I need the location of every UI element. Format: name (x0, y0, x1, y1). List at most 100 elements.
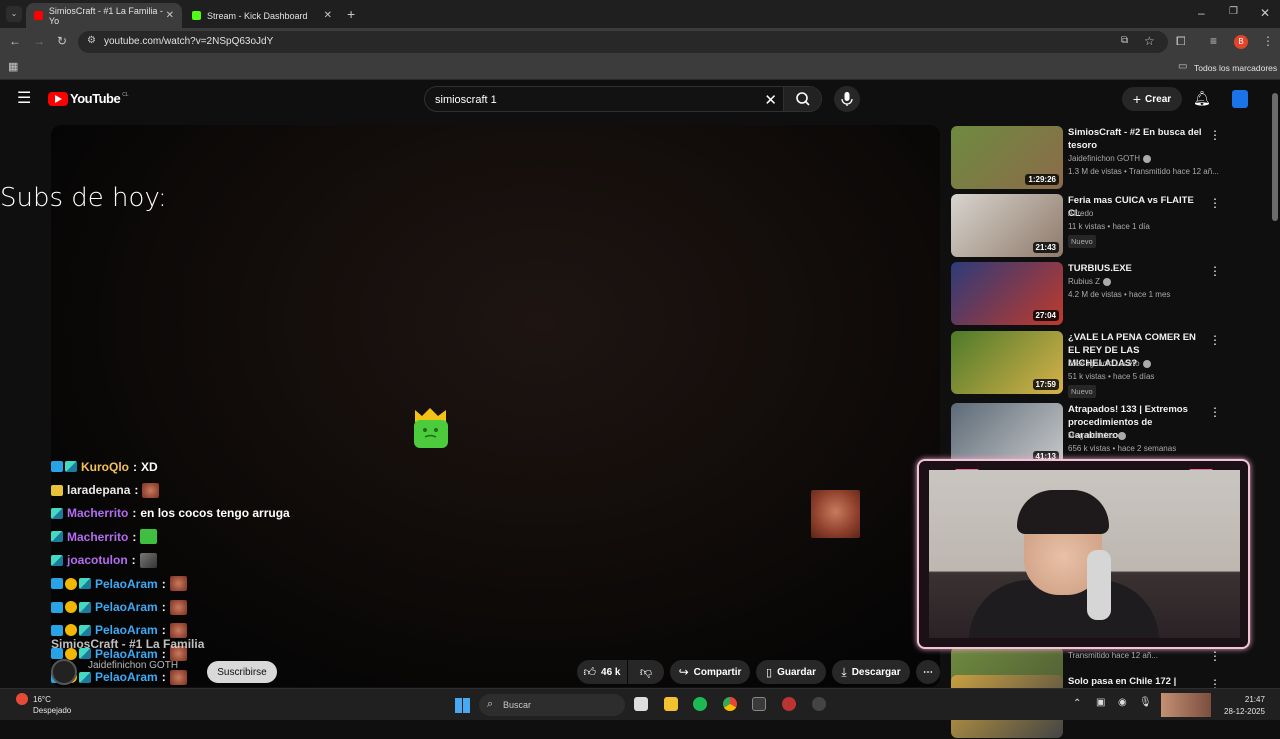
search-input[interactable]: simioscraft 1 ✕ (424, 86, 822, 112)
forward-icon[interactable]: → (33, 35, 45, 47)
weather-widget[interactable]: 16°C Despejado (33, 694, 71, 716)
more-options-icon[interactable]: ⋮ (1209, 196, 1221, 210)
teal-badge-icon (65, 461, 77, 473)
download-label: Descargar (851, 666, 901, 678)
face-emote (169, 669, 187, 685)
back-icon[interactable]: ← (9, 35, 21, 47)
more-options-icon[interactable]: ⋮ (1209, 405, 1221, 419)
video-title[interactable]: Solo pasa en Chile 172 | (1068, 675, 1208, 688)
download-button[interactable]: ⤓ Descargar (832, 660, 910, 684)
recommended-video[interactable]: 1:29:26 SimiosCraft - #2 En busca del tes… (951, 126, 1271, 190)
address-bar[interactable]: ⚙ youtube.com/watch?v=2NSpQ63oJdY ⧉ ☆ (78, 31, 1168, 53)
reload-icon[interactable]: ↻ (57, 35, 67, 47)
profile-avatar[interactable]: B (1234, 35, 1248, 49)
chat-username: Macherrito (67, 506, 129, 521)
video-thumbnail[interactable]: 27:04 (951, 262, 1063, 325)
restore-icon[interactable]: ❐ (1229, 7, 1238, 17)
minimize-icon[interactable]: – (1198, 7, 1205, 19)
video-duration: 21:43 (1032, 242, 1059, 253)
share-label: Compartir (693, 666, 742, 678)
dislike-button[interactable]: 👎︎ (628, 660, 664, 684)
sidebar-scrollbar[interactable] (1272, 93, 1278, 221)
search-button[interactable] (783, 87, 821, 111)
more-options-icon[interactable]: ⋮ (1209, 649, 1221, 663)
close-window-icon[interactable]: ✕ (1260, 7, 1270, 19)
bookmark-star-icon[interactable]: ☆ (1144, 35, 1155, 47)
chat-username: KuroQlo (81, 459, 129, 474)
close-tab-icon[interactable]: ✕ (324, 10, 332, 21)
tray-mic-icon[interactable]: 🎙︎ (1139, 698, 1152, 708)
thumbs-down-icon: 👎︎ (639, 664, 653, 679)
channel-name[interactable]: Alfredo (1068, 209, 1093, 218)
chat-message: PelaoAram: (51, 595, 351, 618)
channel-name[interactable]: Rubius Z (1068, 277, 1112, 286)
create-button[interactable]: + Crear (1122, 87, 1182, 111)
recommended-video[interactable]: 17:59 ¿VALE LA PENA COMER EN EL REY DE LA… (951, 331, 1271, 398)
tray-app-icon[interactable]: ◉ (1118, 698, 1127, 708)
video-meta: Transmitido hace 12 añ... (1068, 651, 1158, 660)
teal-badge-icon (51, 554, 63, 566)
subscribe-button[interactable]: Suscribirse (207, 661, 277, 683)
windows-start-icon[interactable] (455, 698, 470, 713)
tab-youtube[interactable]: SimiosCraft - #1 La Familia - Yo ✕ (26, 3, 182, 28)
tab-search-chevron-icon[interactable]: ⌄ (6, 6, 22, 22)
app-icon[interactable] (782, 697, 796, 711)
search-query[interactable]: simioscraft 1 (435, 94, 497, 106)
task-view-icon[interactable] (634, 697, 648, 711)
more-options-icon[interactable]: ⋮ (1209, 333, 1221, 347)
channel-avatar[interactable] (51, 659, 77, 685)
video-thumbnail[interactable]: 1:29:26 (951, 126, 1063, 189)
extensions-icon[interactable]: ⧠ (1176, 35, 1186, 47)
app-icon[interactable] (812, 697, 826, 711)
site-info-icon[interactable]: ⚙ (87, 36, 96, 46)
recommended-video[interactable]: 41:13 Atrapados! 133 | Extremos procedimi… (951, 403, 1271, 467)
file-explorer-icon[interactable] (664, 697, 678, 711)
voice-search-button[interactable] (834, 86, 860, 112)
install-app-icon[interactable]: ⧉ (1121, 36, 1128, 46)
channel-name[interactable]: Jaidefinichon GOTH (88, 660, 178, 671)
video-thumbnail[interactable]: 41:13 (951, 403, 1063, 466)
video-thumbnail[interactable]: 21:43 (951, 194, 1063, 257)
recommended-video[interactable]: 21:43 Feria mas CUICA vs FLAITE CL Alfredo… (951, 194, 1271, 258)
tray-app-icon[interactable]: ▣ (1096, 698, 1105, 708)
chat-separator: : (133, 459, 137, 474)
system-clock[interactable]: 21:47 28-12-2025 (1224, 694, 1265, 718)
tray-chevron-icon[interactable]: ⌃ (1073, 699, 1081, 709)
more-actions-button[interactable]: ⋯ (916, 660, 940, 684)
app-icon[interactable] (752, 697, 766, 711)
apps-grid-icon[interactable]: ▦ (8, 62, 18, 73)
save-button[interactable]: ▯ Guardar (756, 660, 826, 684)
channel-name[interactable]: Jaidefinichon GOTH (1068, 154, 1152, 163)
create-label: Crear (1145, 93, 1172, 105)
spotify-icon[interactable] (693, 697, 707, 711)
video-title[interactable]: SimiosCraft - #2 En busca del tesoro (1068, 126, 1208, 152)
youtube-logo[interactable]: YouTube CL (48, 91, 129, 106)
tab-label: SimiosCraft - #1 La Familia - Yo (48, 5, 163, 26)
taskbar-search[interactable]: ⌕ Buscar (479, 694, 625, 716)
chrome-icon[interactable] (723, 697, 737, 711)
reading-list-icon[interactable]: ≡ (1210, 35, 1217, 47)
browser-tab-bar: ⌄ SimiosCraft - #1 La Familia - Yo ✕ Str… (0, 0, 1280, 28)
clear-search-icon[interactable]: ✕ (764, 91, 777, 109)
video-title[interactable]: TURBIUS.EXE (1068, 262, 1208, 275)
like-button[interactable]: 👍︎ 46 k (577, 660, 627, 684)
video-thumbnail[interactable]: 17:59 (951, 331, 1063, 394)
browser-menu-icon[interactable]: ⋮ (1262, 35, 1274, 47)
notifications-bell-icon[interactable]: 🔔︎ (1193, 91, 1211, 105)
new-tab-icon[interactable]: + (347, 7, 355, 21)
close-tab-icon[interactable]: ✕ (166, 10, 174, 21)
weather-icon[interactable] (16, 693, 28, 705)
more-options-icon[interactable]: ⋮ (1209, 264, 1221, 278)
tab-kick-dashboard[interactable]: Stream - Kick Dashboard ✕ (184, 3, 340, 28)
account-avatar[interactable] (1232, 90, 1248, 108)
more-options-icon[interactable]: ⋮ (1209, 128, 1221, 142)
search-icon (796, 92, 810, 106)
hamburger-menu-icon[interactable]: ☰ (17, 91, 31, 107)
recommended-video[interactable]: 27:04 TURBIUS.EXE Rubius Z 4.2 M de vistas … (951, 262, 1271, 326)
channel-name[interactable]: Meganoticias (1068, 431, 1127, 440)
streamer-webcam (929, 470, 1240, 638)
share-arrow-icon: ↪ (678, 665, 689, 679)
channel-name[interactable]: Jose Ignacio Lucero (1068, 359, 1151, 368)
all-bookmarks-link[interactable]: Todos los marcadores (1194, 63, 1277, 73)
share-button[interactable]: ↪ Compartir (670, 660, 750, 684)
